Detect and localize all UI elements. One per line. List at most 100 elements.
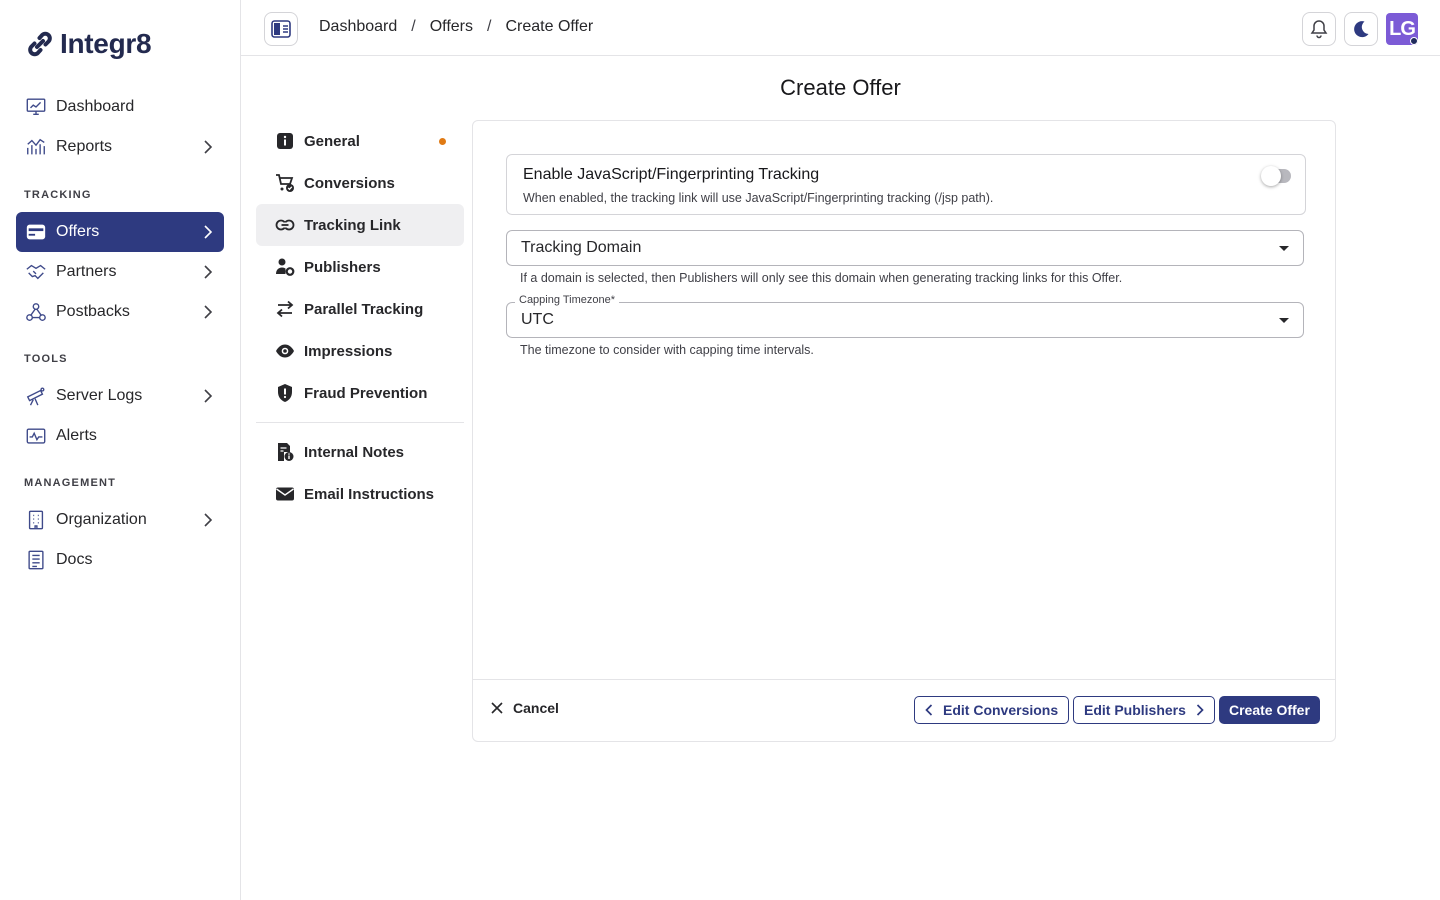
user-gear-icon: [274, 256, 296, 278]
breadcrumb-item-offers[interactable]: Offers: [430, 18, 473, 36]
notifications-button[interactable]: [1302, 12, 1336, 46]
eye-icon: [274, 340, 296, 362]
info-icon: [274, 130, 296, 152]
subnav-item-email-instructions[interactable]: Email Instructions: [256, 473, 464, 515]
breadcrumb-item-dashboard[interactable]: Dashboard: [319, 18, 397, 36]
nav-section-title: MANAGEMENT: [24, 477, 117, 489]
subnav-item-label: General: [304, 132, 360, 150]
cancel-button[interactable]: Cancel: [491, 700, 559, 716]
create-offer-button[interactable]: Create Offer: [1219, 696, 1320, 724]
subnav-item-parallel-tracking[interactable]: Parallel Tracking: [256, 288, 464, 330]
subnav-item-label: Email Instructions: [304, 485, 435, 503]
sidebar-item-server-logs[interactable]: Server Logs: [16, 376, 224, 416]
subnav-item-label: Tracking Link: [304, 216, 401, 234]
sidebar-toggle-button[interactable]: [264, 12, 298, 46]
capping-timezone-value: UTC: [521, 311, 554, 328]
pulse-monitor-icon: [24, 424, 48, 448]
sidebar-item-partners[interactable]: Partners: [16, 252, 224, 292]
js-tracking-title: Enable JavaScript/Fingerprinting Trackin…: [523, 166, 820, 183]
sidebar-item-alerts[interactable]: Alerts: [16, 416, 224, 456]
sidebar-item-label: Alerts: [56, 427, 97, 444]
sidebar: Integr8 Dashboard Reports TRACKING Offer…: [0, 0, 241, 900]
js-tracking-description: When enabled, the tracking link will use…: [523, 191, 994, 205]
subnav-item-impressions[interactable]: Impressions: [256, 330, 464, 372]
sidebar-item-label: Dashboard: [56, 98, 135, 115]
breadcrumb-separator: /: [411, 18, 416, 35]
dashboard-chart-icon: [24, 95, 48, 119]
caret-down-icon: [1279, 245, 1289, 251]
subnav-item-label: Publishers: [304, 258, 381, 276]
sidebar-item-organization[interactable]: Organization: [16, 500, 224, 540]
subnav-item-general[interactable]: General: [256, 120, 464, 162]
offers-icon: [24, 220, 48, 244]
sidebar-item-label: Reports: [56, 138, 113, 155]
page-title: Create Offer: [780, 75, 901, 100]
required-mark: *: [610, 294, 616, 306]
shield-alert-icon: [274, 382, 296, 404]
sidebar-item-label: Postbacks: [56, 303, 130, 320]
brand-logo[interactable]: Integr8: [24, 28, 152, 60]
subnav-item-conversions[interactable]: Conversions: [256, 162, 464, 204]
brand-name: Integr8: [60, 28, 152, 59]
chevron-right-icon: [200, 264, 216, 280]
telescope-icon: [24, 384, 48, 408]
subnav-item-label: Conversions: [304, 174, 395, 192]
tracking-domain-helper: If a domain is selected, then Publishers…: [520, 271, 1123, 285]
status-dot: [1410, 37, 1418, 45]
edit-publishers-button[interactable]: Edit Publishers: [1073, 696, 1215, 724]
chevron-right-icon: [200, 139, 216, 155]
sidebar-panel-icon: [271, 20, 291, 38]
link-chain-icon: [28, 31, 52, 57]
chevron-right-icon: [1196, 704, 1204, 716]
sidebar-item-postbacks[interactable]: Postbacks: [16, 292, 224, 332]
note-info-icon: [274, 441, 296, 463]
breadcrumb: Dashboard / Offers / Create Offer: [319, 18, 593, 36]
subnav-divider: [256, 422, 464, 423]
theme-toggle-button[interactable]: [1344, 12, 1378, 46]
caret-down-icon: [1279, 317, 1289, 323]
tracking-domain-placeholder: Tracking Domain: [521, 239, 642, 256]
chevron-left-icon: [925, 704, 933, 716]
subnav-item-tracking-link[interactable]: Tracking Link: [256, 204, 464, 246]
subnav-item-label: Parallel Tracking: [304, 300, 424, 318]
top-actions: LG: [1302, 12, 1418, 46]
sidebar-item-label: Docs: [56, 551, 93, 568]
edit-conversions-label: Edit Conversions: [943, 702, 1059, 718]
tracking-domain-select[interactable]: Tracking Domain: [506, 230, 1304, 266]
chevron-right-icon: [200, 224, 216, 240]
sidebar-item-docs[interactable]: Docs: [16, 540, 224, 580]
close-icon: [491, 702, 503, 714]
subnav-item-internal-notes[interactable]: Internal Notes: [256, 431, 464, 473]
breadcrumb-item-current: Create Offer: [505, 18, 594, 35]
nav-section-title: TOOLS: [24, 353, 68, 365]
toggle-knob: [1261, 166, 1281, 186]
form-footer: Cancel Edit Conversions Edit Publishers …: [473, 679, 1335, 741]
capping-timezone-label: Capping Timezone*: [515, 294, 620, 306]
avatar[interactable]: LG: [1386, 13, 1418, 45]
sidebar-item-dashboard[interactable]: Dashboard: [16, 87, 224, 127]
subnav-item-publishers[interactable]: Publishers: [256, 246, 464, 288]
breadcrumb-separator: /: [487, 18, 492, 35]
link-icon: [274, 214, 296, 236]
subnav-item-fraud-prevention[interactable]: Fraud Prevention: [256, 372, 464, 414]
subnav-item-label: Impressions: [304, 342, 393, 360]
top-bar: Dashboard / Offers / Create Offer LG: [241, 0, 1440, 56]
chevron-right-icon: [200, 388, 216, 404]
sidebar-item-label: Partners: [56, 263, 117, 280]
subnav-item-label: Internal Notes: [304, 443, 405, 461]
bar-chart-icon: [24, 135, 48, 159]
subnav-item-label: Fraud Prevention: [304, 384, 428, 402]
sidebar-item-offers[interactable]: Offers: [16, 212, 224, 252]
edit-conversions-button[interactable]: Edit Conversions: [914, 696, 1070, 724]
cancel-label: Cancel: [513, 700, 559, 716]
chevron-right-icon: [200, 304, 216, 320]
moon-icon: [1354, 21, 1369, 38]
edit-publishers-label: Edit Publishers: [1084, 702, 1186, 718]
js-tracking-toggle[interactable]: [1261, 166, 1291, 186]
create-offer-label: Create Offer: [1229, 702, 1310, 718]
capping-timezone-select[interactable]: UTC: [506, 302, 1304, 338]
js-tracking-setting: Enable JavaScript/Fingerprinting Trackin…: [506, 154, 1306, 215]
capping-timezone-label-text: Capping Timezone: [519, 294, 611, 306]
bell-icon: [1310, 20, 1328, 39]
sidebar-item-reports[interactable]: Reports: [16, 127, 224, 167]
